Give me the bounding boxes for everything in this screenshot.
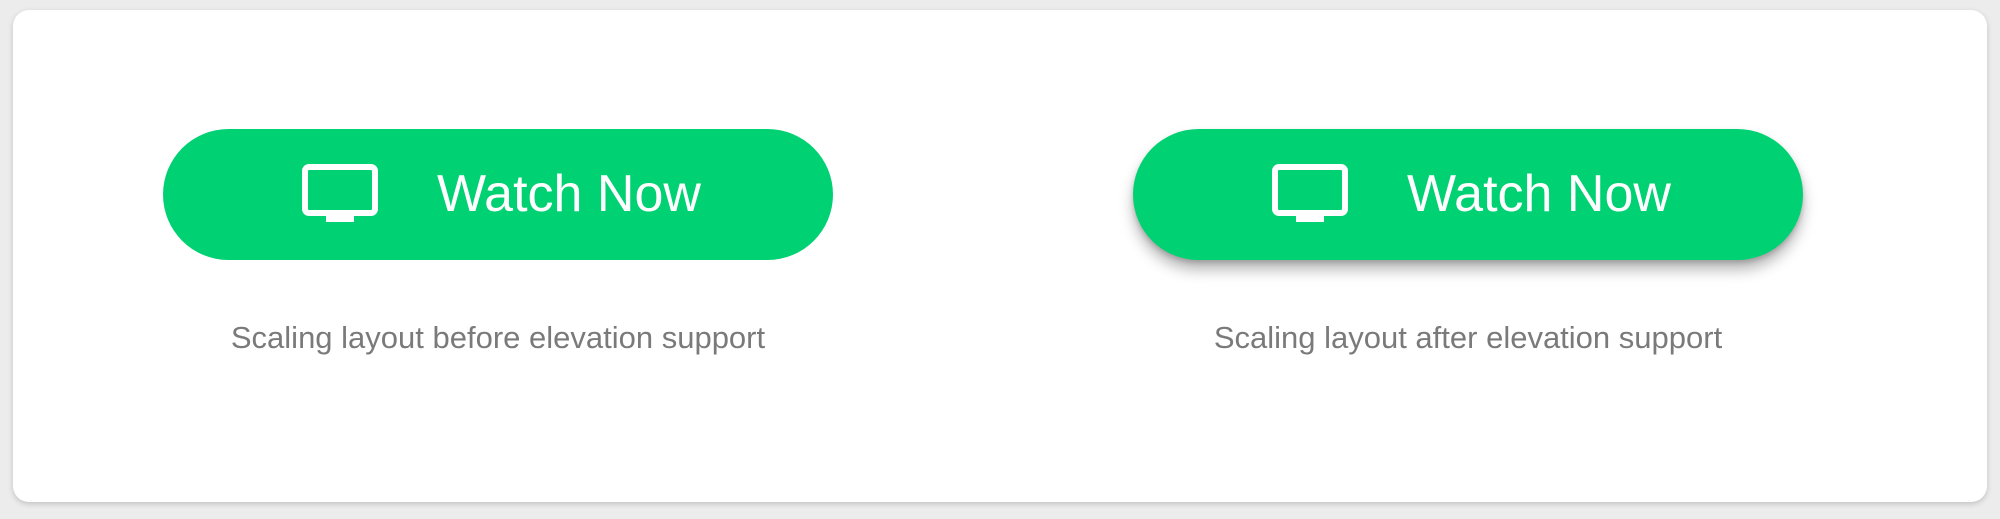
caption-after-elevation: Scaling layout after elevation support [1213, 320, 1723, 355]
watch-now-button-after[interactable]: Watch Now [1133, 129, 1803, 260]
tv-monitor-icon [302, 164, 378, 222]
caption-before-elevation: Scaling layout before elevation support [230, 320, 766, 355]
demo-card: Watch Now Scaling layout before elevatio… [13, 10, 1987, 502]
watch-now-button-before[interactable]: Watch Now [163, 129, 833, 260]
watch-now-label: Watch Now [1407, 165, 1671, 223]
tv-monitor-icon [1272, 164, 1348, 222]
watch-now-label: Watch Now [437, 165, 701, 223]
